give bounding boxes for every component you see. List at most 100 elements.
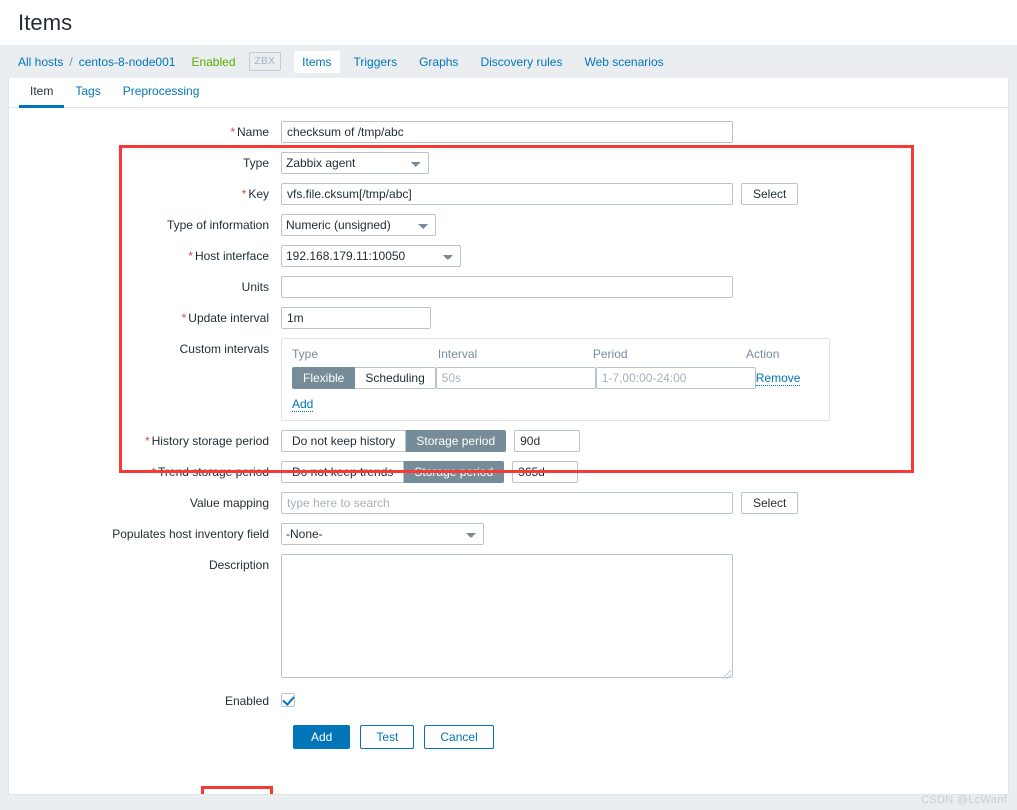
tab-preprocessing[interactable]: Preprocessing — [112, 79, 211, 108]
custom-intervals-row: Flexible Scheduling Remov — [292, 367, 819, 389]
label-description: Description — [208, 558, 269, 572]
breadcrumb: All hosts / centos-8-node001 Enabled ZBX… — [0, 45, 1017, 78]
field-row-trend-storage-period: * Trend storage period Do not keep trends… — [9, 461, 1008, 483]
breadcrumb-tab-discovery-rules[interactable]: Discovery rules — [472, 51, 570, 73]
label-type: Type — [242, 156, 269, 170]
zbx-agent-badge: ZBX — [248, 52, 282, 71]
form-actions: Add Test Cancel — [293, 725, 1008, 749]
period-input[interactable] — [595, 367, 756, 389]
description-textarea[interactable] — [281, 554, 733, 678]
interval-cell — [435, 367, 596, 389]
label-key: * Key — [241, 187, 269, 201]
label-enabled: Enabled — [224, 694, 269, 708]
column-header-action: Action — [746, 347, 780, 361]
tab-item[interactable]: Item — [19, 79, 65, 108]
history-storage-segmented-control: Do not keep history Storage period — [281, 430, 507, 452]
cancel-button[interactable]: Cancel — [424, 725, 494, 749]
label-name: * Name — [230, 125, 269, 139]
field-row-history-storage-period: * History storage period Do not keep hist… — [9, 430, 1008, 452]
period-cell — [595, 367, 756, 389]
page-header: Items — [0, 0, 1017, 45]
field-row-name: * Name — [9, 121, 1008, 143]
value-mapping-select-button[interactable]: Select — [741, 492, 799, 514]
custom-intervals-table: Type Interval Period Action Flexible Sch… — [281, 338, 830, 421]
units-input[interactable] — [281, 276, 733, 298]
field-row-key: *Key Select — [9, 183, 1008, 205]
trend-storage-period-option[interactable]: Storage period — [404, 461, 505, 483]
field-row-update-interval: * Update interval — [9, 307, 1008, 329]
remove-interval-link[interactable]: Remove — [755, 371, 801, 386]
label-trend-storage-period: * Trend storage period — [151, 465, 269, 479]
interval-input[interactable] — [435, 367, 596, 389]
type-select[interactable]: Zabbix agent — [281, 152, 429, 174]
update-interval-input[interactable] — [281, 307, 431, 329]
field-row-host-inventory-field: Populates host inventory field -None- — [9, 523, 1008, 545]
trend-storage-segmented-control: Do not keep trends Storage period — [281, 461, 505, 483]
label-history-storage-period: * History storage period — [144, 434, 269, 448]
required-marker: * — [144, 434, 150, 448]
key-input[interactable] — [281, 183, 733, 205]
test-button[interactable]: Test — [360, 725, 415, 749]
field-row-type: Type Zabbix agent — [9, 152, 1008, 174]
breadcrumb-tab-triggers[interactable]: Triggers — [346, 51, 406, 73]
label-value-mapping: Value mapping — [189, 496, 269, 510]
label-update-interval: * Update interval — [181, 311, 269, 325]
required-marker: * — [230, 125, 235, 139]
label-host-interface: * Host interface — [188, 249, 269, 263]
trend-storage-period-input[interactable] — [512, 461, 579, 483]
label-custom-intervals: Custom intervals — [179, 342, 269, 356]
trend-do-not-keep[interactable]: Do not keep trends — [281, 461, 405, 483]
required-marker: * — [241, 187, 247, 201]
field-row-description: Description — [9, 554, 1008, 681]
breadcrumb-host[interactable]: centos-8-node001 — [79, 55, 176, 69]
action-cell: Remove — [755, 371, 819, 386]
highlight-box-add-button — [201, 786, 273, 794]
breadcrumb-tab-graphs[interactable]: Graphs — [411, 51, 466, 73]
breadcrumb-tab-items[interactable]: Items — [294, 50, 340, 73]
add-interval-link[interactable]: Add — [292, 397, 314, 412]
column-header-type: Type — [292, 347, 319, 361]
tab-tags[interactable]: Tags — [64, 79, 111, 108]
host-interface-select[interactable]: 192.168.179.11:10050 — [281, 245, 461, 267]
column-header-interval: Interval — [437, 347, 478, 361]
items-page: Items All hosts / centos-8-node001 Enabl… — [0, 0, 1017, 810]
interval-type-segmented-control: Flexible Scheduling — [292, 367, 436, 389]
interval-type-toggle: Flexible Scheduling — [292, 367, 436, 389]
field-row-type-of-information: Type of information Numeric (unsigned) — [9, 214, 1008, 236]
item-form-card: Item Tags Preprocessing *Name Type Zabbi… — [8, 78, 1009, 795]
host-inventory-field-select[interactable]: -None- — [281, 523, 484, 545]
field-row-value-mapping: Value mapping Select — [9, 492, 1008, 514]
enabled-checkbox[interactable] — [281, 693, 295, 707]
label-units: Units — [241, 280, 269, 294]
interval-type-flexible[interactable]: Flexible — [292, 367, 356, 389]
interval-type-scheduling[interactable]: Scheduling — [355, 367, 436, 389]
page-title: Items — [18, 9, 73, 35]
required-marker: * — [181, 311, 187, 325]
host-status: Enabled — [191, 54, 236, 69]
label-host-inventory-field: Populates host inventory field — [112, 527, 269, 541]
watermark: CSDN @LcWanf — [921, 794, 1007, 806]
history-do-not-keep[interactable]: Do not keep history — [281, 430, 407, 452]
description-wrapper — [281, 554, 733, 681]
field-row-host-interface: * Host interface 192.168.179.11:10050 — [9, 245, 1008, 267]
name-input[interactable] — [281, 121, 733, 143]
field-row-units: Units — [9, 276, 1008, 298]
history-storage-period-input[interactable] — [514, 430, 581, 452]
form-tabs: Item Tags Preprocessing — [9, 78, 1008, 108]
column-header-period: Period — [592, 347, 628, 361]
add-button[interactable]: Add — [293, 725, 351, 749]
field-row-custom-intervals: Custom intervals Type Interval Period Ac… — [9, 338, 1008, 421]
key-select-button[interactable]: Select — [741, 183, 799, 205]
label-type-of-information: Type of information — [166, 218, 269, 232]
custom-intervals-header: Type Interval Period Action — [292, 347, 819, 361]
required-marker: * — [151, 465, 157, 479]
breadcrumb-all-hosts[interactable]: All hosts — [18, 55, 63, 69]
breadcrumb-separator: / — [69, 54, 73, 69]
history-storage-period-option[interactable]: Storage period — [406, 430, 507, 452]
required-marker: * — [188, 249, 193, 263]
type-of-information-select[interactable]: Numeric (unsigned) — [281, 214, 436, 236]
value-mapping-input[interactable] — [281, 492, 733, 514]
item-form: *Name Type Zabbix agent *Key — [9, 108, 1008, 794]
field-row-enabled: Enabled — [9, 690, 1008, 712]
breadcrumb-tab-web-scenarios[interactable]: Web scenarios — [576, 51, 671, 73]
